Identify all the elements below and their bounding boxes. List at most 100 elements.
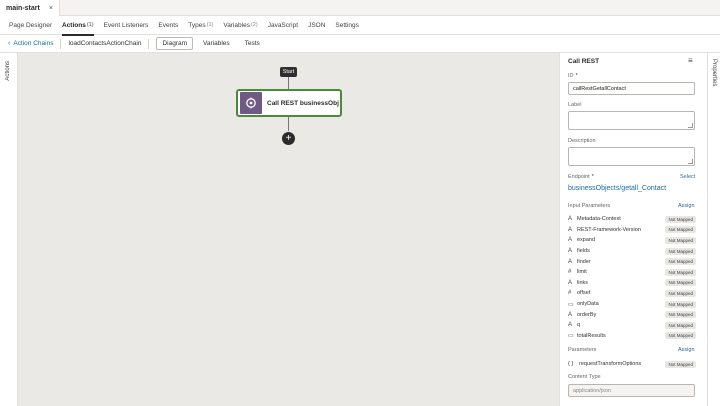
sub-toolbar: ‹ Action Chains loadContactsActionChain …	[0, 35, 720, 53]
tab-label: JavaScript	[267, 21, 299, 29]
parameter-name: fields	[577, 248, 590, 255]
action-chain-name: loadContactsActionChain	[68, 40, 142, 47]
back-label: Action Chains	[13, 40, 54, 47]
tab-label: Variables	[223, 21, 250, 29]
tab-actions[interactable]: Actions (1)	[62, 16, 94, 36]
parameter-type-icon: A	[568, 248, 573, 255]
mapping-status-badge: Not Mapped	[665, 226, 696, 234]
parameters-assign-link[interactable]: Assign	[678, 347, 695, 353]
tab-types[interactable]: Types (1)	[188, 16, 213, 35]
add-action-button[interactable]: +	[282, 132, 295, 145]
mapping-status-badge: Not Mapped	[665, 247, 696, 255]
input-parameter-row[interactable]: # limit Not Mapped	[568, 267, 696, 278]
tab-tests[interactable]: Tests	[240, 38, 265, 49]
tab-json[interactable]: JSON	[308, 16, 325, 35]
close-icon[interactable]: ×	[49, 5, 53, 12]
menu-icon[interactable]: ≡	[688, 56, 693, 65]
parameter-type-icon: #	[568, 290, 572, 297]
input-parameter-row[interactable]: Alinks Not Mapped	[568, 278, 696, 289]
parameter-type-icon: ▭	[568, 301, 574, 308]
parameter-name: onlyData	[577, 301, 599, 308]
mapping-status-badge: Not Mapped	[665, 279, 696, 287]
parameter-name: totalResults	[577, 332, 606, 339]
input-parameter-row[interactable]: Aq Not Mapped	[568, 320, 696, 331]
input-parameter-row[interactable]: ▭ totalResults Not Mapped	[568, 331, 696, 342]
tab-label: Events	[158, 21, 179, 29]
connector-line	[288, 77, 289, 89]
input-parameters-label: Input Parameters	[568, 203, 611, 209]
tab-settings[interactable]: Settings	[335, 16, 359, 35]
mapping-status-badge: Not Mapped	[665, 332, 696, 340]
mapping-status-badge: Not Mapped	[665, 311, 696, 319]
tab-javascript[interactable]: JavaScript	[268, 16, 298, 35]
tab-event-listeners[interactable]: Event Listeners	[104, 16, 149, 35]
parameter-name: links	[577, 279, 589, 286]
call-rest-icon	[240, 92, 262, 114]
call-rest-node[interactable]: Call REST businessObjects	[236, 89, 342, 117]
properties-panel: Call REST ≡ ID * callRestGetallContact La…	[559, 53, 707, 406]
app-root: main-start × Page Designer Actions (1) E…	[0, 0, 720, 406]
content-type-label: Content Type	[568, 374, 601, 380]
parameter-type-icon: A	[568, 322, 573, 329]
mapping-status-badge: Not Mapped	[665, 360, 696, 368]
parameter-type-icon: A	[568, 216, 573, 223]
parameter-type-icon: ▭	[568, 333, 574, 340]
parameter-name: expand	[577, 237, 596, 244]
tab-count: (2)	[250, 22, 258, 28]
endpoint-label: Endpoint *	[568, 174, 594, 180]
input-parameter-row[interactable]: A REST-Framework-Version Not Mapped	[568, 225, 696, 236]
back-to-action-chains-link[interactable]: ‹ Action Chains	[8, 40, 53, 47]
mapping-status-badge: Not Mapped	[665, 289, 696, 297]
id-field[interactable]: callRestGetallContact	[568, 82, 695, 95]
mapping-status-badge: Not Mapped	[665, 268, 696, 276]
parameter-type-icon: #	[568, 269, 572, 276]
properties-rail-label: Properties	[711, 59, 717, 87]
object-type-icon: { }	[568, 361, 574, 367]
tab-label: Actions	[62, 21, 86, 29]
input-parameters-list: A Metadata-Context Not Mapped A REST-Framewo…	[568, 214, 696, 341]
parameter-type-icon: A	[568, 311, 573, 318]
input-parameter-row[interactable]: Aexpand Not Mapped	[568, 235, 696, 246]
tab-count: (1)	[206, 22, 214, 28]
input-parameter-row[interactable]: AorderBy Not Mapped	[568, 309, 696, 320]
endpoint-select-link[interactable]: Select	[680, 174, 695, 180]
input-parameter-row[interactable]: A Metadata-Context Not Mapped	[568, 214, 696, 225]
input-parameter-row[interactable]: ▭ onlyData Not Mapped	[568, 299, 696, 310]
mapping-status-badge: Not Mapped	[665, 258, 696, 266]
tab-label: Types	[188, 21, 206, 29]
tab-label: Page Designer	[9, 21, 52, 29]
description-label: Description	[568, 138, 596, 144]
file-tab-bar: main-start ×	[0, 0, 720, 16]
properties-side-rail[interactable]: Properties	[707, 53, 720, 406]
tab-page-designer[interactable]: Page Designer	[9, 16, 52, 35]
file-tab[interactable]: main-start ×	[0, 0, 60, 16]
tab-label: Settings	[335, 21, 359, 29]
parameters-label: Parameters	[568, 347, 597, 353]
tab-variables[interactable]: Variables (2)	[223, 16, 257, 35]
parameter-name: finder	[577, 258, 591, 265]
label-label: Label	[568, 102, 582, 108]
tab-label: Event Listeners	[103, 21, 149, 29]
description-field[interactable]	[568, 147, 695, 166]
tab-diagram[interactable]: Diagram	[156, 37, 194, 50]
tab-events[interactable]: Events	[158, 16, 178, 35]
parameter-name: Metadata-Context	[577, 216, 621, 223]
mapping-status-badge: Not Mapped	[665, 300, 696, 308]
parameter-type-icon: A	[568, 226, 573, 233]
input-parameter-row[interactable]: Afinder Not Mapped	[568, 256, 696, 267]
parameter-type-icon: A	[568, 279, 573, 286]
input-parameter-row[interactable]: Afields Not Mapped	[568, 246, 696, 257]
input-parameter-row[interactable]: # offset Not Mapped	[568, 288, 696, 299]
content-type-field[interactable]: application/json	[568, 384, 695, 397]
tab-variables-sub[interactable]: Variables	[198, 38, 235, 49]
label-field[interactable]	[568, 111, 695, 130]
start-node[interactable]: Start	[280, 67, 297, 77]
call-rest-node-label: Call REST businessObjects	[267, 99, 339, 107]
parameter-name: orderBy	[577, 311, 597, 318]
parameter-row[interactable]: { } requestTransformOptions Not Mapped	[568, 359, 696, 369]
actions-side-rail[interactable]: Actions	[0, 53, 18, 406]
endpoint-link[interactable]: businessObjects/getall_Contact	[568, 185, 666, 192]
panel-title: Call REST	[568, 58, 600, 65]
diagram-canvas[interactable]: Start Call REST businessObjects +	[18, 53, 559, 406]
input-parameters-assign-link[interactable]: Assign	[678, 203, 695, 209]
